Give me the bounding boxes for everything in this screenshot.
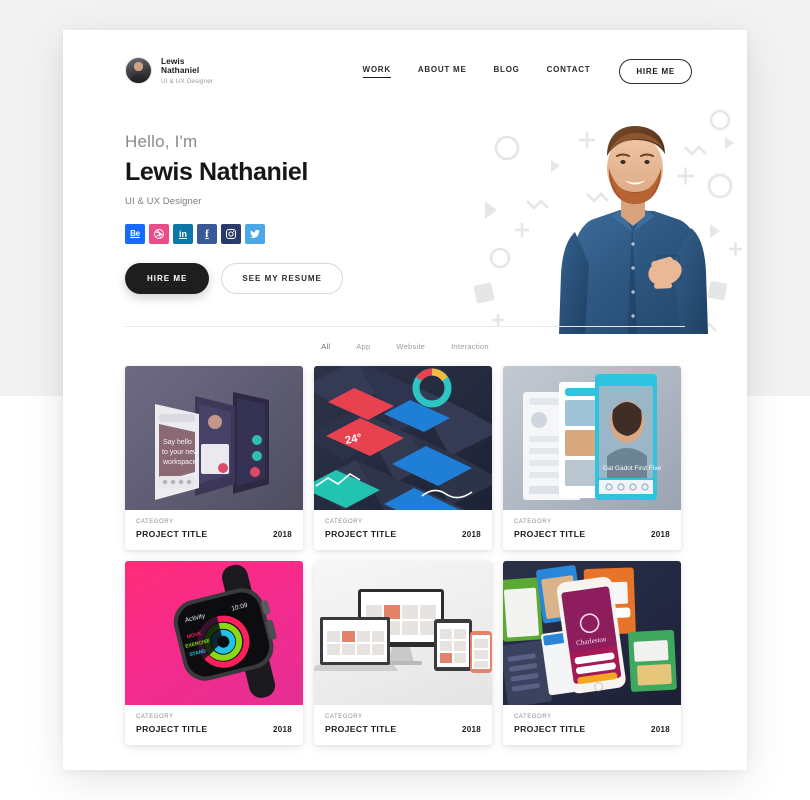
hero-see-resume-button[interactable]: SEE MY RESUME xyxy=(221,263,343,294)
project-title: PROJECT TITLE xyxy=(136,724,208,734)
nav-item-about-me[interactable]: ABOUT ME xyxy=(418,65,467,77)
nav-item-blog[interactable]: BLOG xyxy=(494,65,520,77)
project-caption: CATEGORY PROJECT TITLE 2018 xyxy=(503,510,681,550)
hero-copy: Hello, I'm Lewis Nathaniel UI & UX Desig… xyxy=(125,132,425,294)
svg-text:to your new: to your new xyxy=(162,449,199,456)
project-card[interactable]: CATEGORY PROJECT TITLE 2018 xyxy=(314,561,492,745)
project-category: CATEGORY xyxy=(514,714,552,720)
project-card[interactable]: Gal Gadot First Five CATEGORY PROJECT TI… xyxy=(503,366,681,550)
project-category: CATEGORY xyxy=(325,519,363,525)
project-year: 2018 xyxy=(273,725,292,734)
filter-website[interactable]: Website xyxy=(396,342,425,351)
project-year: 2018 xyxy=(651,530,670,539)
project-category: CATEGORY xyxy=(136,714,174,720)
project-title: PROJECT TITLE xyxy=(325,724,397,734)
svg-text:Gal Gadot First Five: Gal Gadot First Five xyxy=(603,465,662,472)
hero-name: Lewis Nathaniel xyxy=(125,158,308,186)
hero-illustration xyxy=(467,106,747,334)
linkedin-icon[interactable]: in xyxy=(173,224,193,244)
project-thumbnail: Say hello to your new workspace xyxy=(125,366,303,510)
project-title: PROJECT TITLE xyxy=(325,529,397,539)
project-caption: CATEGORY PROJECT TITLE 2018 xyxy=(125,510,303,550)
filter-all[interactable]: All xyxy=(321,342,330,351)
page-container: Lewis Nathaniel UI & UX Designer WORK AB… xyxy=(63,30,747,770)
svg-text:Say hello: Say hello xyxy=(163,439,192,446)
project-thumbnail: Activity 10:09 MOVE EXERCISE STAND xyxy=(125,561,303,705)
nav-item-work[interactable]: WORK xyxy=(362,65,391,78)
main-nav: WORK ABOUT ME BLOG CONTACT HIRE ME xyxy=(362,58,692,84)
hero-role: UI & UX Designer xyxy=(125,196,202,207)
project-year: 2018 xyxy=(273,530,292,539)
project-card[interactable]: Activity 10:09 MOVE EXERCISE STAND CATEG… xyxy=(125,561,303,745)
twitter-icon[interactable] xyxy=(245,224,265,244)
nav-item-contact[interactable]: CONTACT xyxy=(547,65,591,77)
svg-text:workspace: workspace xyxy=(162,459,197,466)
portfolio-grid: Say hello to your new workspace CATEGORY… xyxy=(125,366,685,745)
project-title: PROJECT TITLE xyxy=(136,529,208,539)
filter-interaction[interactable]: Interaction xyxy=(451,342,489,351)
project-thumbnail xyxy=(314,561,492,705)
project-category: CATEGORY xyxy=(514,519,552,525)
project-thumbnail: Gal Gadot First Five xyxy=(503,366,681,510)
hero-photo xyxy=(559,126,708,334)
project-year: 2018 xyxy=(462,530,481,539)
instagram-icon[interactable] xyxy=(221,224,241,244)
project-caption: CATEGORY PROJECT TITLE 2018 xyxy=(314,510,492,550)
hero-hire-me-button[interactable]: HIRE ME xyxy=(125,263,210,294)
project-category: CATEGORY xyxy=(136,519,174,525)
project-card[interactable]: Say hello to your new workspace CATEGORY… xyxy=(125,366,303,550)
dribbble-icon[interactable] xyxy=(149,224,169,244)
brand-logo[interactable]: Lewis Nathaniel UI & UX Designer xyxy=(125,56,214,85)
project-thumbnail: 24° xyxy=(314,366,492,510)
site-header: Lewis Nathaniel UI & UX Designer WORK AB… xyxy=(63,30,747,112)
hero-cta-group: HIRE ME SEE MY RESUME xyxy=(125,263,425,294)
header-hire-me-button[interactable]: HIRE ME xyxy=(619,58,692,84)
facebook-icon[interactable]: f xyxy=(197,224,217,244)
project-title: PROJECT TITLE xyxy=(514,724,586,734)
portfolio-filters: All App Website Interaction xyxy=(63,342,747,351)
hero-section: Hello, I'm Lewis Nathaniel UI & UX Desig… xyxy=(63,109,747,334)
project-card[interactable]: 24° CATEGORY PROJECT TITLE 2018 xyxy=(314,366,492,550)
project-year: 2018 xyxy=(651,725,670,734)
section-divider xyxy=(125,326,685,327)
project-year: 2018 xyxy=(462,725,481,734)
filter-app[interactable]: App xyxy=(356,342,370,351)
brand-role: UI & UX Designer xyxy=(161,77,214,85)
avatar xyxy=(125,57,152,85)
project-caption: CATEGORY PROJECT TITLE 2018 xyxy=(503,705,681,745)
project-caption: CATEGORY PROJECT TITLE 2018 xyxy=(125,705,303,745)
project-title: PROJECT TITLE xyxy=(514,529,586,539)
social-links: Be in f xyxy=(125,224,425,244)
project-card[interactable]: Charleston CATEGORY PROJECT TITLE 2018 xyxy=(503,561,681,745)
brand-name-line2: Nathaniel xyxy=(161,65,200,76)
project-caption: CATEGORY PROJECT TITLE 2018 xyxy=(314,705,492,745)
brand-text: Lewis Nathaniel UI & UX Designer xyxy=(161,56,214,85)
project-thumbnail: Charleston xyxy=(503,561,681,705)
project-category: CATEGORY xyxy=(325,714,363,720)
behance-icon[interactable]: Be xyxy=(125,224,145,244)
hero-greeting: Hello, I'm xyxy=(125,132,198,151)
